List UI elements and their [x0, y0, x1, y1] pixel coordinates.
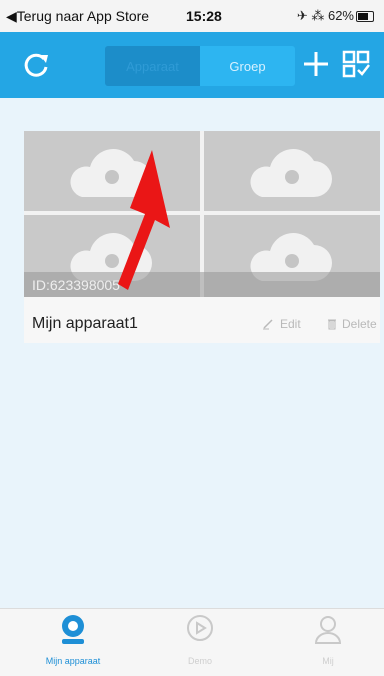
delete-label: Delete — [342, 317, 377, 331]
user-icon — [314, 616, 342, 644]
add-device-icon[interactable] — [300, 48, 332, 80]
qr-code-icon[interactable] — [342, 50, 370, 78]
tab-demo[interactable]: Demo — [155, 613, 245, 666]
play-icon — [187, 615, 213, 641]
tab-label-mijn-apparaat: Mijn apparaat — [45, 656, 101, 666]
battery-icon — [356, 11, 374, 22]
tab-mij[interactable]: Mij — [283, 613, 373, 666]
nav-bar: Apparaat Groep — [0, 32, 384, 98]
cloud-icon — [250, 149, 332, 197]
tab-label-demo: Demo — [187, 656, 212, 666]
back-to-app-store-link[interactable]: ◀Terug naar App Store — [6, 8, 149, 25]
edit-button[interactable]: Edit — [262, 317, 301, 331]
status-time: 15:28 — [186, 8, 222, 24]
delete-button[interactable]: Delete — [326, 317, 377, 331]
status-bar: ◀Terug naar App Store 15:28 ✈ ⁂ 62% — [0, 0, 384, 32]
device-name: Mijn apparaat1 — [32, 315, 138, 332]
camera-preview-2[interactable] — [204, 131, 380, 211]
trash-icon — [328, 319, 336, 330]
device-card[interactable]: ID:623398005 Mijn apparaat1 Edit Delete — [24, 131, 380, 343]
pencil-icon — [263, 319, 273, 330]
tab-mijn-apparaat[interactable]: Mijn apparaat — [28, 613, 118, 666]
view-segmented-control: Apparaat Groep — [105, 46, 295, 86]
camera-preview-grid[interactable]: ID:623398005 — [24, 131, 380, 297]
refresh-icon[interactable] — [20, 49, 52, 81]
status-indicators: ✈ ⁂ 62% — [296, 8, 354, 23]
edit-label: Edit — [280, 317, 301, 331]
tab-groep[interactable]: Groep — [200, 46, 295, 86]
red-arrow-annotation — [118, 150, 170, 290]
tab-label-mij: Mij — [322, 656, 334, 666]
device-id-strip: ID:623398005 — [24, 272, 380, 297]
camera-icon — [62, 615, 84, 644]
tab-apparaat[interactable]: Apparaat — [105, 46, 200, 86]
bottom-tab-bar: Mijn apparaat Demo Mij — [0, 608, 384, 676]
